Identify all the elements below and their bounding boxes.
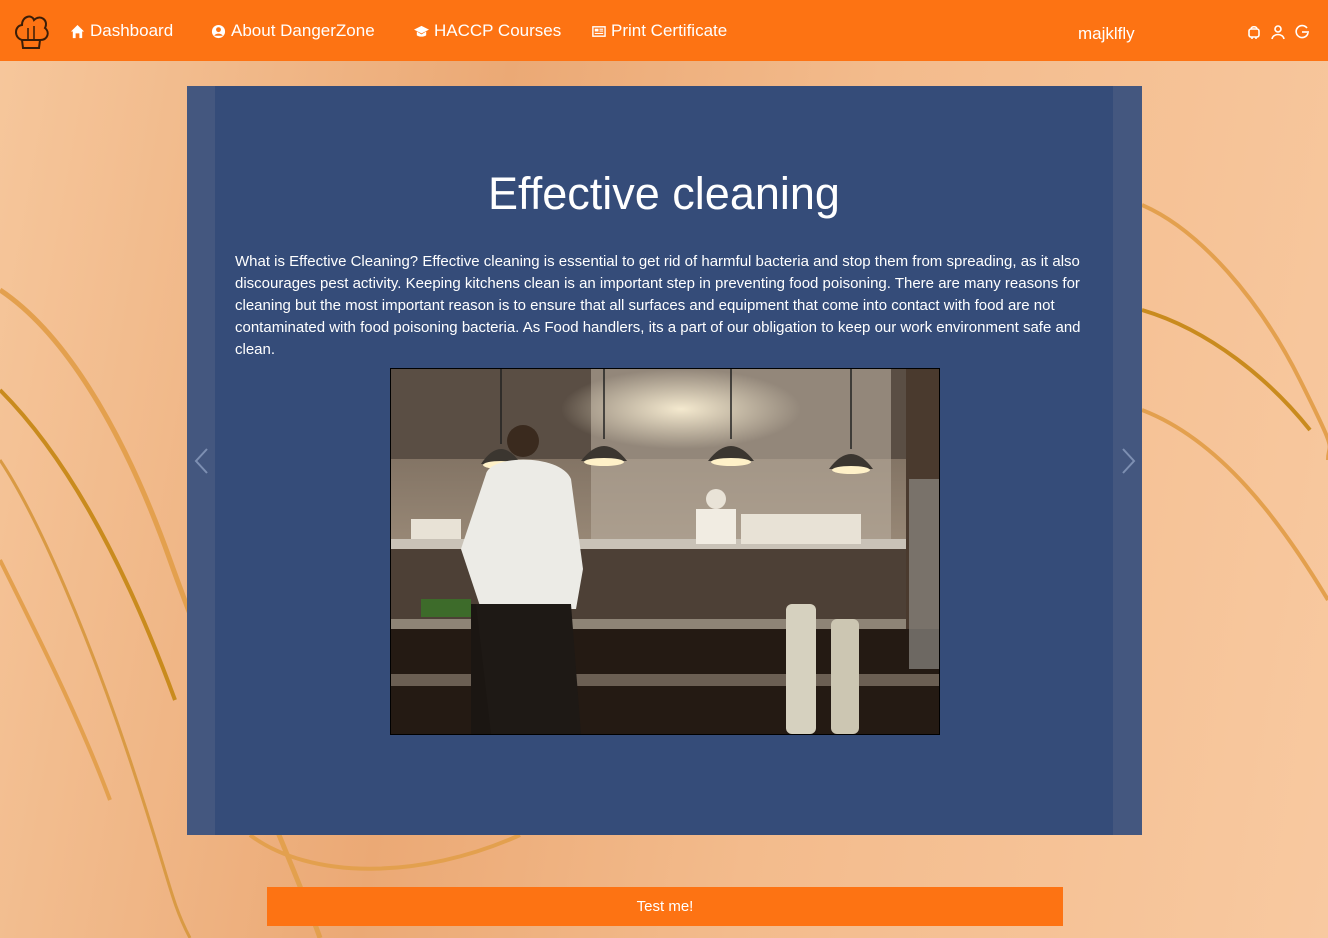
graduation-cap-icon — [414, 25, 429, 37]
nav-about-label: About DangerZone — [231, 21, 375, 40]
test-me-button[interactable]: Test me! — [267, 887, 1063, 926]
slide-title: Effective cleaning — [488, 168, 840, 219]
nav-print-certificate[interactable]: Print Certificate — [591, 18, 727, 44]
top-navbar: Dashboard About DangerZone HACCP Courses… — [0, 0, 1328, 61]
nav-dashboard-label: Dashboard — [90, 21, 174, 40]
slide-text: What is Effective Cleaning? Effective cl… — [235, 253, 1081, 358]
nav-courses-label: HACCP Courses — [434, 21, 562, 40]
chevron-right-icon[interactable] — [1118, 447, 1138, 475]
android-icon[interactable] — [1246, 24, 1262, 40]
chef-hat-logo-icon[interactable] — [12, 10, 50, 52]
username: majklfly — [1078, 24, 1135, 43]
logout-icon[interactable] — [1294, 24, 1310, 40]
user-icon[interactable] — [1270, 24, 1286, 40]
newspaper-icon — [592, 25, 606, 37]
chevron-left-icon[interactable] — [192, 447, 212, 475]
user-circle-icon — [211, 24, 226, 38]
nav-about[interactable]: About DangerZone — [211, 18, 375, 44]
kitchen-photo — [390, 368, 940, 735]
nav-print-label: Print Certificate — [611, 21, 728, 40]
nav-courses[interactable]: HACCP Courses — [414, 18, 561, 44]
home-icon — [70, 24, 85, 38]
nav-dashboard[interactable]: Dashboard — [70, 18, 173, 44]
